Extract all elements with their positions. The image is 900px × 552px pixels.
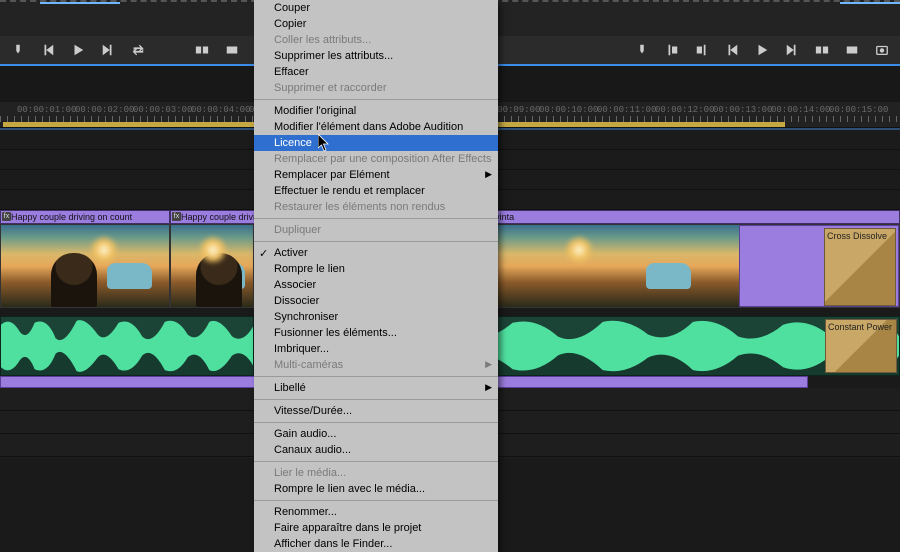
menu-item[interactable]: Associer [254,277,498,293]
menu-item[interactable]: Synchroniser [254,309,498,325]
clip-label-text: Happy couple driving on count [11,212,132,222]
menu-item[interactable]: Effacer [254,64,498,80]
play-preview-icon[interactable] [754,42,770,58]
menu-separator [254,218,498,219]
add-marker-icon[interactable] [10,42,26,58]
in-point-icon[interactable] [664,42,680,58]
check-icon: ✓ [259,247,268,260]
menu-item[interactable]: Effectuer le rendu et remplacer [254,183,498,199]
timecode-label: 00:00:01:00 [17,105,76,115]
marker-icon[interactable] [634,42,650,58]
menu-item[interactable]: Canaux audio... [254,442,498,458]
menu-item: Supprimer et raccorder [254,80,498,96]
submenu-arrow-icon: ▶ [485,169,492,180]
fx-badge-icon: fx [2,212,11,221]
video-clip-b[interactable] [170,224,254,308]
step-fwd2-icon[interactable] [784,42,800,58]
menu-item[interactable]: Licence [254,135,498,151]
transition-cross-dissolve[interactable]: Cross Dissolve [824,228,896,306]
menu-item[interactable]: Remplacer par Elément▶ [254,167,498,183]
overwrite2-icon[interactable] [844,42,860,58]
menu-item[interactable]: Vitesse/Durée... [254,403,498,419]
timecode-label: 00:00:02:00 [75,105,134,115]
step-fwd-icon[interactable] [100,42,116,58]
menu-item: Restaurer les éléments non rendus [254,199,498,215]
fx-badge-icon: fx [172,212,181,221]
step-back-icon[interactable] [40,42,56,58]
menu-item[interactable]: Renommer... [254,504,498,520]
menu-separator [254,461,498,462]
timecode-label: 00:00:15:00 [829,105,888,115]
video-clip-a[interactable] [0,224,170,308]
loop-icon[interactable] [130,42,146,58]
menu-separator [254,399,498,400]
mouse-cursor-icon [318,134,330,152]
menu-item[interactable]: Supprimer les attributs... [254,48,498,64]
export-frame2-icon[interactable] [874,42,890,58]
menu-item: Multi-caméras▶ [254,357,498,373]
menu-item[interactable]: Rompre le lien [254,261,498,277]
menu-item[interactable]: Dissocier [254,293,498,309]
menu-separator [254,99,498,100]
audio-clip-a[interactable] [0,316,254,376]
menu-separator [254,422,498,423]
menu-item[interactable]: Rompre le lien avec le média... [254,481,498,497]
menu-item: Dupliquer [254,222,498,238]
play-icon[interactable] [70,42,86,58]
menu-item: Coller les attributs... [254,32,498,48]
menu-item: Remplacer par une composition After Effe… [254,151,498,167]
timecode-label: 00:00:03:00 [133,105,192,115]
out-point-icon[interactable] [694,42,710,58]
menu-item: Lier le média... [254,465,498,481]
menu-item[interactable]: Gain audio... [254,426,498,442]
timecode-label: 00:00:14:00 [771,105,830,115]
menu-item[interactable]: Fusionner les éléments... [254,325,498,341]
menu-separator [254,500,498,501]
menu-item[interactable]: Imbriquer... [254,341,498,357]
clip-label-a[interactable]: fx Happy couple driving on count [0,210,170,224]
insert-icon[interactable] [194,42,210,58]
menu-item[interactable]: Copier [254,16,498,32]
transition-label: Constant Power [828,322,892,332]
menu-item[interactable]: Faire apparaître dans le projet [254,520,498,536]
step-back2-icon[interactable] [724,42,740,58]
menu-item[interactable]: Libellé▶ [254,380,498,396]
menu-item[interactable]: Activer✓ [254,245,498,261]
menu-item[interactable]: Couper [254,0,498,16]
menu-separator [254,241,498,242]
timecode-label: 00:00:10:00 [539,105,598,115]
timecode-label: 00:00:11:00 [597,105,656,115]
menu-separator [254,376,498,377]
insert2-icon[interactable] [814,42,830,58]
transition-constant-power[interactable]: Constant Power [825,319,897,373]
overwrite-icon[interactable] [224,42,240,58]
timecode-label: 00:00:12:00 [655,105,714,115]
transition-label: Cross Dissolve [827,231,887,241]
clip-context-menu[interactable]: CouperCopierColler les attributs...Suppr… [254,0,498,552]
submenu-arrow-icon: ▶ [485,382,492,393]
menu-item[interactable]: Afficher dans le Finder... [254,536,498,552]
submenu-arrow-icon: ▶ [485,359,492,370]
menu-item[interactable]: Modifier l'élément dans Adobe Audition [254,119,498,135]
timecode-label: 00:00:13:00 [713,105,772,115]
timecode-label: 00:00:04:00 [191,105,250,115]
menu-item[interactable]: Modifier l'original [254,103,498,119]
